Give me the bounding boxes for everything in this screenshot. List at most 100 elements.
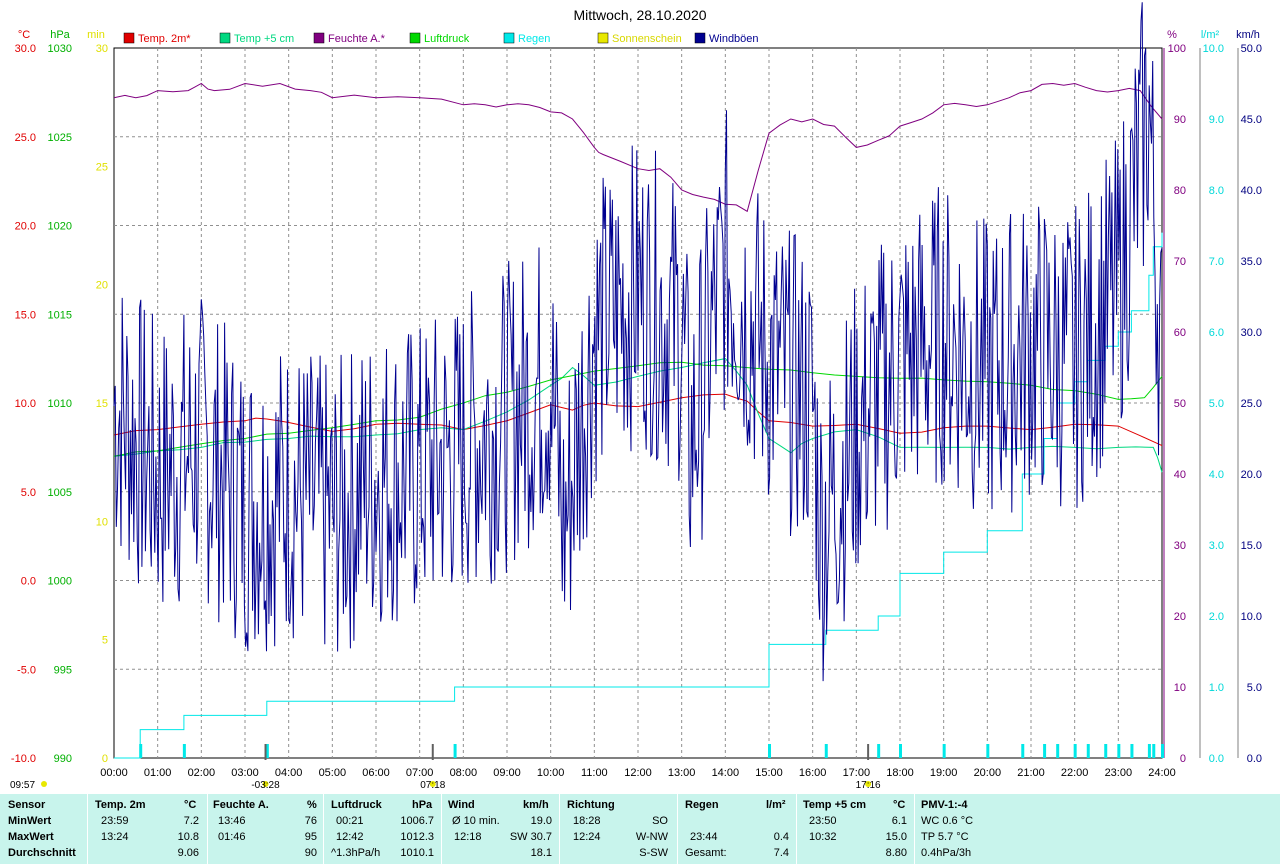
sunshine-axis-tick: 30 xyxy=(96,43,108,55)
sunshine-axis-tick: 10 xyxy=(96,516,108,528)
pmv-header: PMV-1:-4 xyxy=(921,799,968,811)
legend-swatch xyxy=(313,32,325,44)
temp2m-unit: °C xyxy=(184,799,197,811)
rain-axis-tick: 9.0 xyxy=(1209,114,1224,126)
x-axis-tick: 14:00 xyxy=(712,767,740,779)
legend-swatch xyxy=(409,32,421,44)
wind-axis-tick: 5.0 xyxy=(1247,682,1262,694)
rain-bar xyxy=(824,744,828,758)
direction-avg-value: S-SW xyxy=(639,847,668,859)
sunshine-axis-tick: 0 xyxy=(102,753,108,765)
temp2m-max-time: 13:24 xyxy=(101,831,129,843)
legend-label: Luftdruck xyxy=(424,33,470,45)
x-axis-tick: 16:00 xyxy=(799,767,827,779)
pressure-max-value: 1012.3 xyxy=(400,831,434,843)
legend-swatch xyxy=(597,32,609,44)
x-axis-tick: 01:00 xyxy=(144,767,172,779)
rain-axis-unit: l/m² xyxy=(1201,29,1220,41)
temp5-min-time: 23:50 xyxy=(809,815,837,827)
sunshine-axis-tick: 15 xyxy=(96,398,108,410)
temp5-max-time: 10:32 xyxy=(809,831,837,843)
wind-header: Wind xyxy=(448,799,475,811)
rain-bar xyxy=(1021,744,1025,758)
x-axis-tick: 09:00 xyxy=(493,767,521,779)
pressure-axis-tick: 1030 xyxy=(48,43,72,55)
temp-axis-tick: 30.0 xyxy=(15,43,36,55)
x-axis-tick: 24:00 xyxy=(1148,767,1176,779)
direction-min-time: 18:28 xyxy=(573,815,601,827)
pressure-axis-tick: 1025 xyxy=(48,132,72,144)
temp-axis-unit: °C xyxy=(18,29,30,41)
legend-label: Temp +5 cm xyxy=(234,33,294,45)
temp2m-max-value: 10.8 xyxy=(177,831,199,843)
temp-axis-tick: -5.0 xyxy=(17,664,36,676)
x-axis-tick: 17:00 xyxy=(843,767,871,779)
wind-avg-value: 18.1 xyxy=(530,847,552,859)
rain-bar xyxy=(1147,744,1151,758)
pressure-avg-value: 1010.1 xyxy=(400,847,434,859)
legend-swatch xyxy=(694,32,706,44)
temp-axis-tick: 25.0 xyxy=(15,132,36,144)
direction-max-value: W-NW xyxy=(635,831,668,843)
sunshine-axis-unit: min xyxy=(87,29,105,41)
humidity-min-value: 76 xyxy=(304,815,317,827)
x-axis-tick: 00:00 xyxy=(100,767,128,779)
sun-marker-time: 07:18 xyxy=(420,780,445,791)
wind-max-value: SW 30.7 xyxy=(509,831,552,843)
pmv-tp: TP 5.7 °C xyxy=(921,831,969,843)
rain-bar xyxy=(899,744,902,758)
rain-bar xyxy=(1161,744,1164,758)
rain-total-value: 7.4 xyxy=(773,847,789,859)
rain-axis-tick: 7.0 xyxy=(1209,256,1224,268)
rain-bar xyxy=(877,744,881,758)
temp2m-avg-value: 9.06 xyxy=(177,847,199,859)
rain-bar xyxy=(942,744,946,758)
rain-axis-tick: 1.0 xyxy=(1209,682,1224,694)
temp5-max-value: 15.0 xyxy=(885,831,907,843)
row-min-label: MinWert xyxy=(8,815,52,827)
temp5-unit: °C xyxy=(893,799,906,811)
rain-bar xyxy=(1043,744,1047,758)
pressure-axis-tick: 990 xyxy=(54,753,72,765)
rain-bar xyxy=(1130,744,1134,758)
x-axis-tick: 04:00 xyxy=(275,767,303,779)
temp5-avg-value: 8.80 xyxy=(885,847,907,859)
x-axis-tick: 03:00 xyxy=(231,767,259,779)
pressure-max-time: 12:42 xyxy=(336,831,364,843)
wind-max-time: 12:18 xyxy=(454,831,482,843)
rain-bar xyxy=(1073,744,1077,758)
pressure-axis-tick: 1020 xyxy=(48,221,72,233)
rain-bar xyxy=(1086,744,1090,758)
temp-axis-tick: 0.0 xyxy=(21,576,36,588)
wind-axis-tick: 45.0 xyxy=(1241,114,1262,126)
sunshine-axis-tick: 25 xyxy=(96,161,108,173)
pressure-axis-unit: hPa xyxy=(50,29,70,41)
wind-avg-label: Ø 10 min. xyxy=(452,815,500,827)
wind-axis-tick: 50.0 xyxy=(1241,43,1262,55)
humidity-min-time: 13:46 xyxy=(218,815,246,827)
humidity-axis-tick: 20 xyxy=(1174,611,1186,623)
sun-marker-time: 17:16 xyxy=(856,780,881,791)
humidity-max-value: 95 xyxy=(304,831,317,843)
row-max-label: MaxWert xyxy=(8,831,54,843)
legend-swatch xyxy=(123,32,135,44)
wind-axis-tick: 35.0 xyxy=(1241,256,1262,268)
rain-max-value: 0.4 xyxy=(773,831,789,843)
humidity-axis-tick: 100 xyxy=(1168,43,1186,55)
rain-bar xyxy=(986,744,990,758)
statistics-table: Sensor MinWert MaxWert Durchschnitt Temp… xyxy=(0,794,1280,864)
humidity-max-time: 01:46 xyxy=(218,831,246,843)
rain-total-label: Gesamt: xyxy=(685,847,727,859)
pressure-axis-tick: 1010 xyxy=(48,398,72,410)
wind-min-value: 19.0 xyxy=(530,815,552,827)
chart-title: Mittwoch, 28.10.2020 xyxy=(573,7,706,23)
pressure-trend: ^1.3hPa/h xyxy=(331,847,381,859)
pressure-min-time: 00:21 xyxy=(336,815,364,827)
humidity-axis-tick: 50 xyxy=(1174,398,1186,410)
row-avg-label: Durchschnitt xyxy=(8,847,76,859)
temp2m-min-time: 23:59 xyxy=(101,815,129,827)
wind-axis-tick: 10.0 xyxy=(1241,611,1262,623)
x-axis-tick: 20:00 xyxy=(974,767,1002,779)
wind-axis-tick: 40.0 xyxy=(1241,185,1262,197)
x-axis-tick: 19:00 xyxy=(930,767,958,779)
